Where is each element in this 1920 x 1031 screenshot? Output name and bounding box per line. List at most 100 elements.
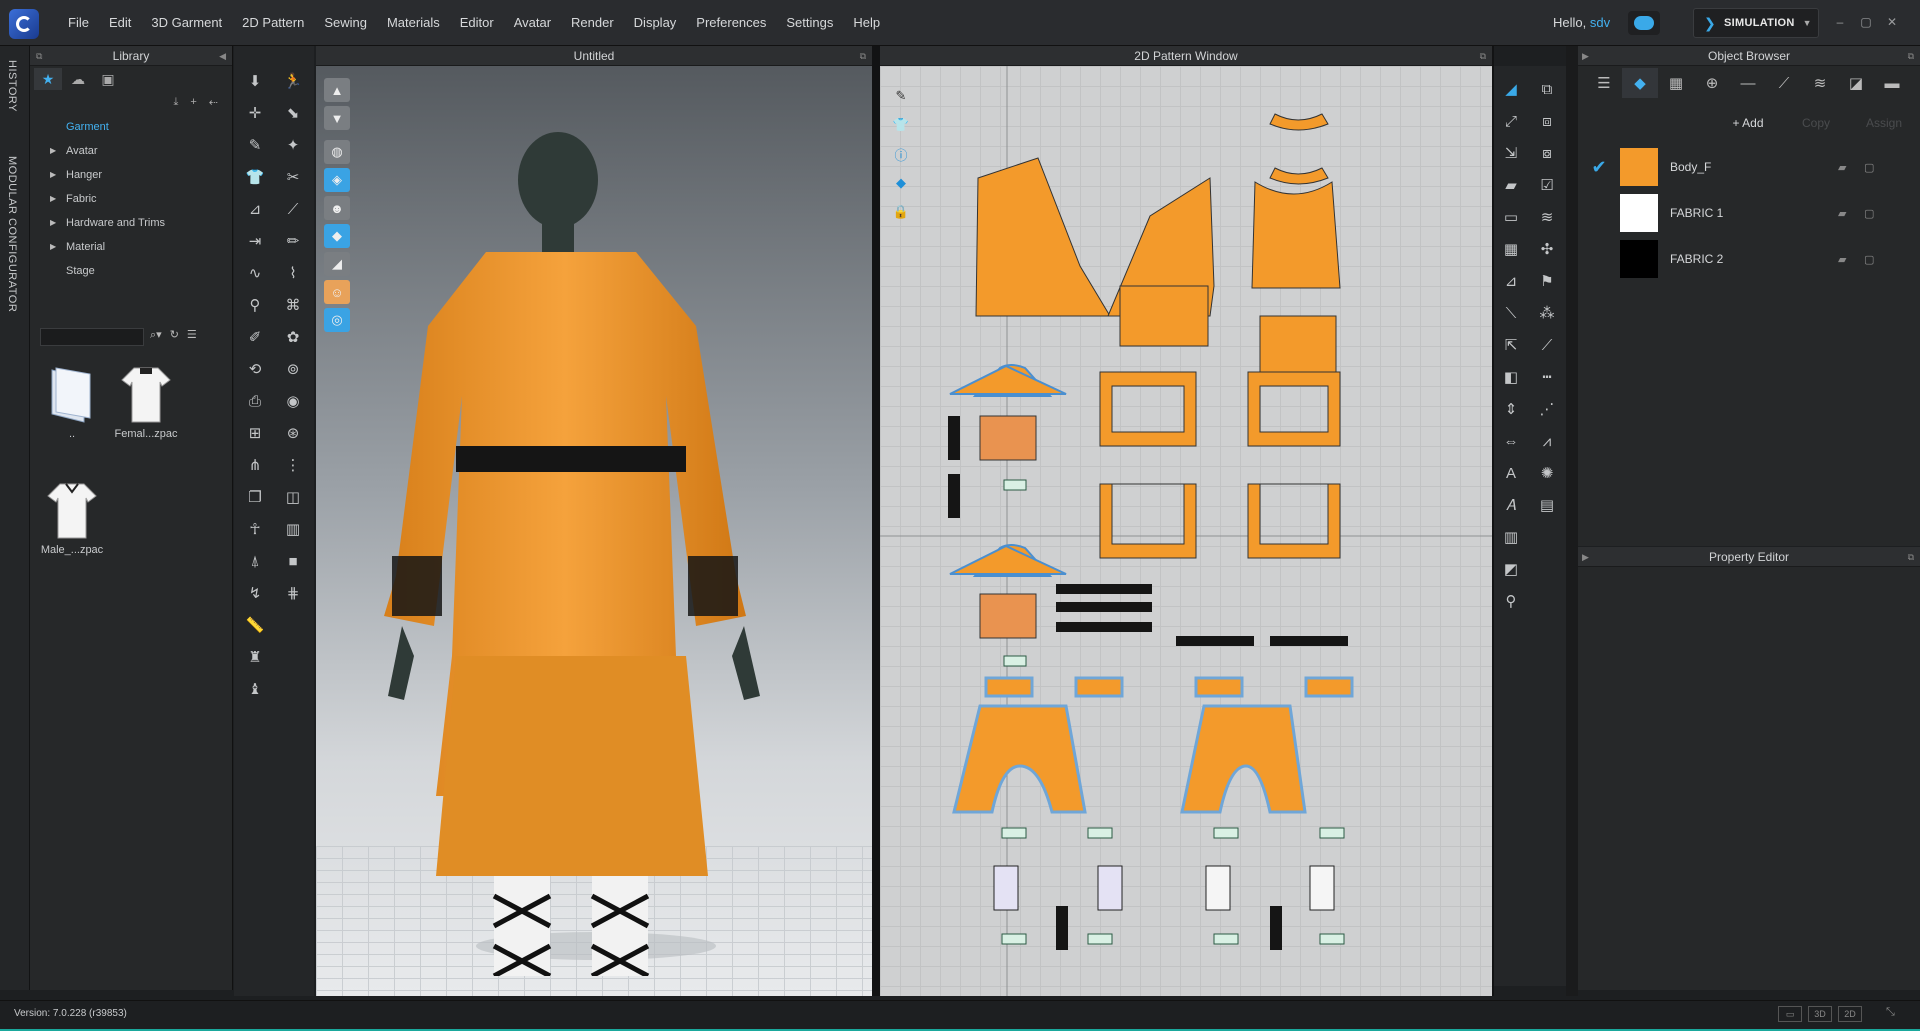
fabric-apply-icon[interactable]: ▰ (1838, 207, 1846, 220)
button-select-icon[interactable]: ⊚ (280, 356, 306, 382)
expand-icon[interactable]: ▶ (1582, 46, 1589, 66)
view-layout-icon[interactable]: ▭ (1778, 1006, 1802, 1022)
back-icon[interactable]: ⇠ (209, 96, 218, 109)
fabric-apply-icon[interactable]: ▰ (1838, 161, 1846, 174)
3d-viewport[interactable]: ▲ ▼ ◍ ◈ ☻ ◆ ◢ ☺ ◎ (316, 66, 872, 996)
select-mesh-icon[interactable]: ⬊ (280, 100, 306, 126)
edit-curve-icon[interactable]: ⇲ (1498, 140, 1524, 166)
avatar-pose-icon[interactable]: ☥ (242, 516, 268, 542)
internal-line-icon[interactable]: ⟍ (1498, 300, 1524, 326)
button-obj-icon[interactable]: ⊕ (1694, 68, 1730, 98)
2d-view-button[interactable]: 2D (1838, 1006, 1862, 1022)
line-obj-icon[interactable]: ▬ (1874, 68, 1910, 98)
shortcut-icon[interactable]: ↯ (242, 580, 268, 606)
fabric-delete-icon[interactable]: ▢ (1864, 161, 1874, 174)
undock-icon[interactable]: ⧉ (1908, 547, 1914, 567)
avatar-move-icon[interactable]: 🏃 (280, 68, 306, 94)
buttonhole-icon[interactable]: ◉ (280, 388, 306, 414)
assign-button[interactable]: Assign (1854, 112, 1914, 134)
menu-edit[interactable]: Edit (99, 0, 141, 46)
expand-arrow-icon[interactable]: ▶ (50, 139, 56, 163)
fabric-row[interactable]: ✔ Body_F ▰ ▢ (1578, 144, 1920, 190)
zipper-edit-icon[interactable]: ⋮ (280, 452, 306, 478)
measure-icon[interactable]: ⇥ (242, 228, 268, 254)
annotation-icon[interactable]: 𝐴 (1498, 492, 1524, 518)
fold-icon[interactable]: ⊿ (242, 196, 268, 222)
grading-icon[interactable]: ▦ (1498, 236, 1524, 262)
polygon-icon[interactable]: ▰ (1498, 172, 1524, 198)
fabric-swatch[interactable] (1620, 194, 1658, 232)
favorites-star-icon[interactable]: ★ (34, 68, 62, 90)
list-icon[interactable]: ☰ (1586, 68, 1622, 98)
menu-display[interactable]: Display (624, 0, 687, 46)
trim-2d-icon[interactable]: ▤ (1534, 492, 1560, 518)
fabric-swatch[interactable] (1620, 240, 1658, 278)
avatar-view-icon[interactable]: ☻ (324, 196, 350, 220)
garment-icon[interactable]: 👕 (242, 164, 268, 190)
undock-icon[interactable]: ⧉ (1908, 46, 1914, 66)
snap-icon[interactable]: ⋕ (280, 580, 306, 606)
expand-icon[interactable]: ▶ (1582, 547, 1589, 567)
pin-icon[interactable]: ⚲ (242, 292, 268, 318)
tree-item-hardware-and-trims[interactable]: ▶ Hardware and Trims (48, 211, 232, 235)
add-button[interactable]: + Add (1718, 112, 1778, 134)
simulation-mode-button[interactable]: ❯ SIMULATION ▼ (1693, 8, 1819, 38)
cloud-icon[interactable] (1628, 11, 1660, 35)
fabric-row[interactable]: FABRIC 1 ▰ ▢ (1578, 190, 1920, 236)
trim-obj-icon[interactable]: ◪ (1838, 68, 1874, 98)
piping-icon[interactable]: ◫ (280, 484, 306, 510)
transform-piece-icon[interactable]: ⤢ (1498, 108, 1524, 134)
menu-materials[interactable]: Materials (377, 0, 450, 46)
trace-icon[interactable]: ⇱ (1498, 332, 1524, 358)
tuck-icon[interactable]: ◧ (1498, 364, 1524, 390)
topstitch-obj-icon[interactable]: ⟋ (1766, 68, 1802, 98)
file-item[interactable]: Femal...zpac (110, 364, 182, 440)
cloud-library-icon[interactable]: ☁ (64, 68, 92, 90)
avatar-display-icon[interactable]: ▲ (324, 78, 350, 102)
menu-settings[interactable]: Settings (776, 0, 843, 46)
transform-icon[interactable]: ✛ (242, 100, 268, 126)
top-garment-icon[interactable]: ♜ (242, 644, 268, 670)
store-bag-icon[interactable]: ▣ (94, 68, 122, 90)
texture-edit-icon[interactable]: ⁂ (1534, 300, 1560, 326)
fabric-swatch[interactable] (1620, 148, 1658, 186)
zipper-icon[interactable]: ⋔ (242, 452, 268, 478)
menu-preferences[interactable]: Preferences (686, 0, 776, 46)
menu-sewing[interactable]: Sewing (314, 0, 377, 46)
thread-icon[interactable]: ✂ (280, 164, 306, 190)
puckering-icon[interactable]: ✿ (280, 324, 306, 350)
globe-view-icon[interactable]: ◎ (324, 308, 350, 332)
tape-icon[interactable]: ∿ (242, 260, 268, 286)
texture-view-icon[interactable]: ◍ (324, 140, 350, 164)
expand-arrow-icon[interactable]: ▶ (50, 163, 56, 187)
expand-arrow-icon[interactable]: ▶ (50, 211, 56, 235)
history-tab[interactable]: HISTORY (6, 60, 18, 112)
pattern-grid-icon[interactable]: ▦ (1658, 68, 1694, 98)
expand-arrow-icon[interactable]: ▶ (50, 187, 56, 211)
fabric-block-icon[interactable]: ■ (280, 548, 306, 574)
measure-avatar-icon[interactable]: ⍋ (242, 548, 268, 574)
select-piece-icon[interactable]: ◢ (1498, 76, 1524, 102)
tree-item-fabric[interactable]: ▶ Fabric (48, 187, 232, 211)
pin-2d-icon[interactable]: ⚲ (1498, 588, 1524, 614)
trim-icon[interactable]: ❐ (242, 484, 268, 510)
cuff-icon[interactable]: ⌇ (280, 260, 306, 286)
file-item[interactable]: .. (36, 364, 108, 440)
rectangle-icon[interactable]: ▭ (1498, 204, 1524, 230)
copy-button[interactable]: Copy (1786, 112, 1846, 134)
library-search-input[interactable] (40, 328, 144, 346)
edit-sewing-icon[interactable]: ≋ (1534, 204, 1560, 230)
close-icon[interactable]: ✕ (1883, 14, 1901, 30)
topstitch-icon[interactable]: ⊛ (280, 420, 306, 446)
fabric-view-icon[interactable]: ◆ (324, 224, 350, 248)
expand-arrow-icon[interactable]: ▶ (50, 235, 56, 259)
print-icon[interactable]: ⎙ (242, 388, 268, 414)
download-icon[interactable]: ⤓ (173, 96, 178, 109)
dart-icon[interactable]: ⊿ (1498, 268, 1524, 294)
menu-editor[interactable]: Editor (450, 0, 504, 46)
stitch-icon[interactable]: ⩘ (1534, 428, 1560, 454)
grain-icon[interactable]: ▥ (1498, 524, 1524, 550)
user-name[interactable]: sdv (1590, 15, 1610, 30)
clo-logo-icon[interactable] (9, 9, 39, 39)
tree-item-garment[interactable]: Garment (48, 115, 232, 139)
